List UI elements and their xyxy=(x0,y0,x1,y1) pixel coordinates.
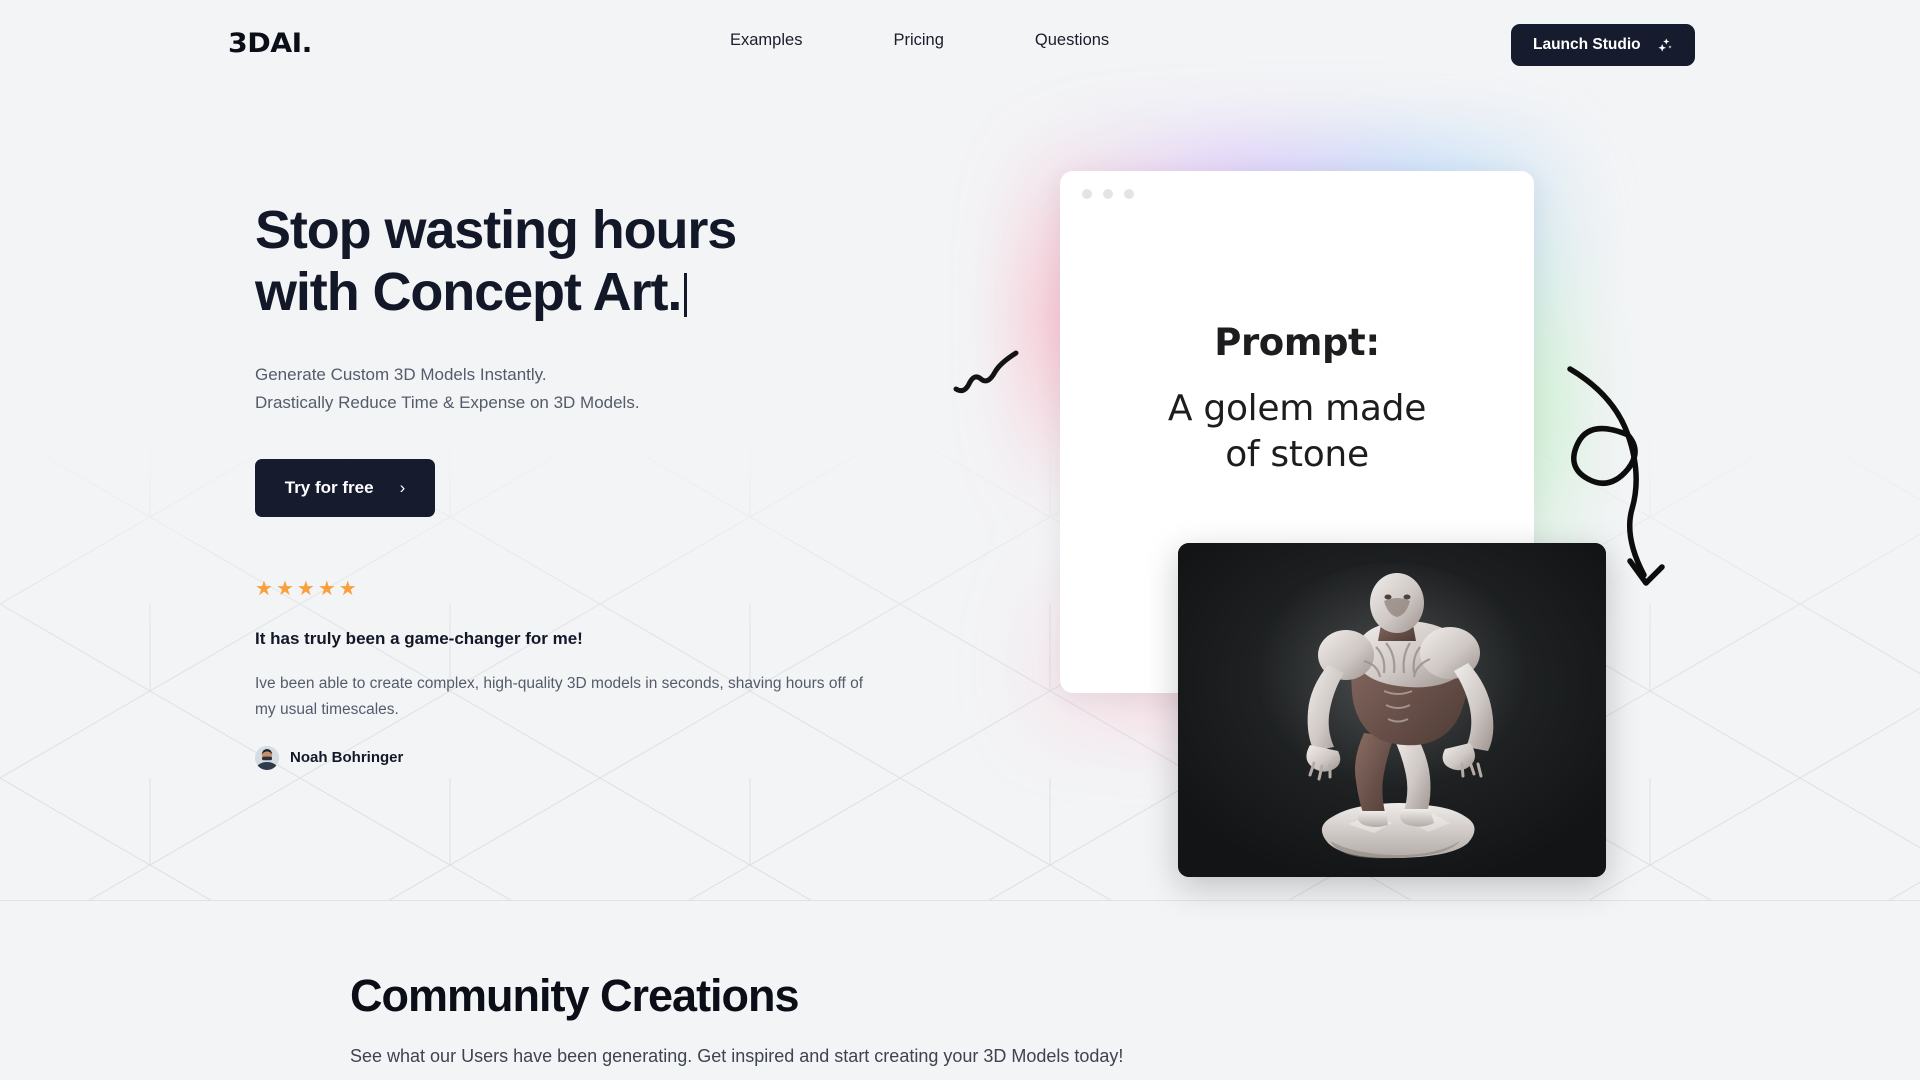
golem-render-card xyxy=(1178,543,1606,877)
try-for-free-button[interactable]: Try for free › xyxy=(255,458,435,517)
avatar xyxy=(255,745,279,770)
star-rating: ★ ★ ★ ★ ★ xyxy=(255,579,895,599)
typing-caret xyxy=(684,272,688,317)
community-subtitle: See what our Users have been generating.… xyxy=(350,1046,1124,1066)
launch-studio-button[interactable]: Launch Studio xyxy=(1511,24,1695,66)
star-icon: ★ xyxy=(317,577,336,600)
main-navigation: Examples Pricing Questions xyxy=(730,31,1109,50)
star-icon: ★ xyxy=(338,577,357,600)
testimonial: ★ ★ ★ ★ ★ It has truly been a game-chang… xyxy=(255,579,895,770)
community-title: Community Creations xyxy=(350,970,800,1021)
testimonial-body-line-1: Ive been able to create complex, high-qu… xyxy=(255,674,846,692)
sparkles-icon xyxy=(1657,37,1673,53)
curved-arrow-doodle-icon xyxy=(1548,355,1678,600)
community-section: Community Creations See what our Users h… xyxy=(350,970,1123,1067)
window-dot-icon xyxy=(1124,189,1134,199)
nav-item-questions[interactable]: Questions xyxy=(1035,31,1109,50)
prompt-text-line-1: A golem made xyxy=(1167,388,1427,429)
landing-page: 3DAI. Examples Pricing Questions Launch … xyxy=(0,0,1920,1080)
prompt-text-line-2: of stone xyxy=(1225,433,1369,475)
page-title: Stop wasting hours with Concept Art. xyxy=(255,200,895,323)
try-for-free-label: Try for free xyxy=(284,477,374,497)
brand-logo[interactable]: 3DAI. xyxy=(228,28,312,59)
subtitle-line-1: Generate Custom 3D Models Instantly. xyxy=(255,365,547,385)
nav-item-pricing[interactable]: Pricing xyxy=(893,31,943,50)
testimonial-author: Noah Bohringer xyxy=(255,745,895,770)
subtitle-line-2: Drastically Reduce Time & Expense on 3D … xyxy=(255,392,640,412)
window-dot-icon xyxy=(1103,189,1113,199)
headline-line-2: with Concept Art. xyxy=(255,261,682,322)
star-icon: ★ xyxy=(255,577,273,600)
star-icon: ★ xyxy=(275,577,294,600)
hero-content: Stop wasting hours with Concept Art. Gen… xyxy=(255,200,895,770)
section-divider xyxy=(0,900,1920,901)
testimonial-author-name: Noah Bohringer xyxy=(290,749,404,767)
window-controls xyxy=(1082,189,1134,199)
launch-studio-label: Launch Studio xyxy=(1533,36,1641,53)
headline-line-1: Stop wasting hours xyxy=(255,200,737,260)
window-dot-icon xyxy=(1082,189,1092,199)
chevron-right-icon: › xyxy=(399,477,406,497)
testimonial-title: It has truly been a game-changer for me! xyxy=(255,628,583,648)
prompt-text: A golem made of stone xyxy=(1060,386,1534,477)
prompt-label: Prompt: xyxy=(1214,321,1380,364)
squiggle-doodle-icon xyxy=(950,348,1022,405)
star-icon: ★ xyxy=(296,577,315,600)
site-header: 3DAI. Examples Pricing Questions Launch … xyxy=(0,0,1920,90)
prompt-body: Prompt: A golem made of stone xyxy=(1060,321,1534,477)
hero-subtitle: Generate Custom 3D Models Instantly. Dra… xyxy=(255,361,895,416)
testimonial-body: Ive been able to create complex, high-qu… xyxy=(255,671,870,724)
nav-item-examples[interactable]: Examples xyxy=(730,31,802,50)
